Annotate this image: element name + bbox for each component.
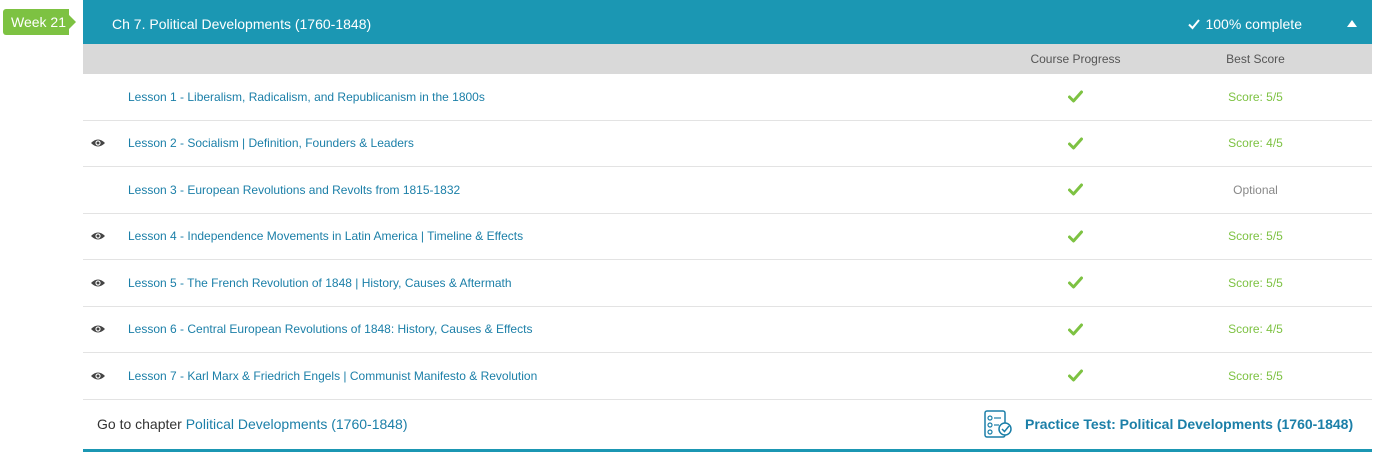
practice-test-label: Practice Test: Political Developments (1… (1025, 416, 1354, 432)
chapter-title: Ch 7. Political Developments (1760-1848) (112, 15, 372, 32)
column-progress-label: Course Progress (1030, 52, 1121, 66)
caret-up-icon (1347, 20, 1357, 27)
lesson-score: Score: 4/5 (1228, 136, 1283, 151)
eye-icon (91, 372, 105, 380)
week-badge: Week 21 (3, 9, 76, 35)
lesson-score: Score: 5/5 (1228, 275, 1283, 290)
goto-chapter: Go to chapter Political Developments (17… (97, 416, 408, 432)
lesson-link[interactable]: Lesson 3 - European Revolutions and Revo… (128, 183, 460, 197)
practice-test-button[interactable]: Practice Test: Political Developments (1… (983, 409, 1353, 439)
checkmark-icon (1188, 18, 1201, 29)
lesson-score: Score: 5/5 (1228, 89, 1283, 104)
lesson-link[interactable]: Lesson 7 - Karl Marx & Friedrich Engels … (128, 369, 537, 383)
chapter-panel: Ch 7. Political Developments (1760-1848)… (83, 0, 1372, 462)
lesson-score: Score: 5/5 (1228, 229, 1283, 244)
eye-icon (91, 139, 105, 147)
collapse-button[interactable] (1332, 2, 1372, 46)
lesson-row: Lesson 5 - The French Revolution of 1848… (83, 260, 1372, 307)
chapter-status: 100% complete (1188, 16, 1302, 32)
lesson-link[interactable]: Lesson 4 - Independence Movements in Lat… (128, 229, 523, 243)
lesson-row: Lesson 6 - Central European Revolutions … (83, 307, 1372, 353)
checkmark-icon (1068, 323, 1083, 336)
checkmark-icon (1068, 183, 1083, 196)
chapter-status-text: 100% complete (1205, 15, 1302, 32)
lesson-score: Score: 4/5 (1228, 322, 1283, 337)
lesson-link[interactable]: Lesson 2 - Socialism | Definition, Found… (128, 136, 414, 150)
lesson-row: Lesson 7 - Karl Marx & Friedrich Engels … (83, 353, 1372, 400)
eye-icon (91, 325, 105, 333)
eye-icon (91, 232, 105, 240)
lesson-row: Lesson 3 - European Revolutions and Revo… (83, 167, 1372, 214)
lesson-score: Score: 5/5 (1228, 368, 1283, 383)
lesson-link[interactable]: Lesson 6 - Central European Revolutions … (128, 322, 532, 336)
chapter-footer: Go to chapter Political Developments (17… (83, 400, 1372, 452)
eye-icon (91, 279, 105, 287)
checkmark-icon (1068, 369, 1083, 382)
lesson-row: Lesson 1 - Liberalism, Radicalism, and R… (83, 74, 1372, 121)
checkmark-icon (1068, 230, 1083, 243)
checkmark-icon (1068, 276, 1083, 289)
checkmark-icon (1068, 137, 1083, 150)
lesson-list: Lesson 1 - Liberalism, Radicalism, and R… (83, 74, 1372, 400)
lesson-link[interactable]: Lesson 5 - The French Revolution of 1848… (128, 276, 512, 290)
checkmark-icon (1068, 90, 1083, 103)
goto-chapter-link[interactable]: Political Developments (1760-1848) (186, 416, 408, 432)
goto-chapter-prefix: Go to chapter (97, 416, 182, 432)
lesson-link[interactable]: Lesson 1 - Liberalism, Radicalism, and R… (128, 90, 485, 104)
lesson-score: Optional (1233, 182, 1278, 197)
chapter-header[interactable]: Ch 7. Political Developments (1760-1848)… (83, 0, 1372, 44)
lesson-row: Lesson 4 - Independence Movements in Lat… (83, 214, 1372, 260)
column-header: Course Progress Best Score (83, 44, 1372, 74)
column-score-label: Best Score (1226, 52, 1285, 66)
checklist-icon (984, 410, 1012, 438)
lesson-row: Lesson 2 - Socialism | Definition, Found… (83, 121, 1372, 167)
